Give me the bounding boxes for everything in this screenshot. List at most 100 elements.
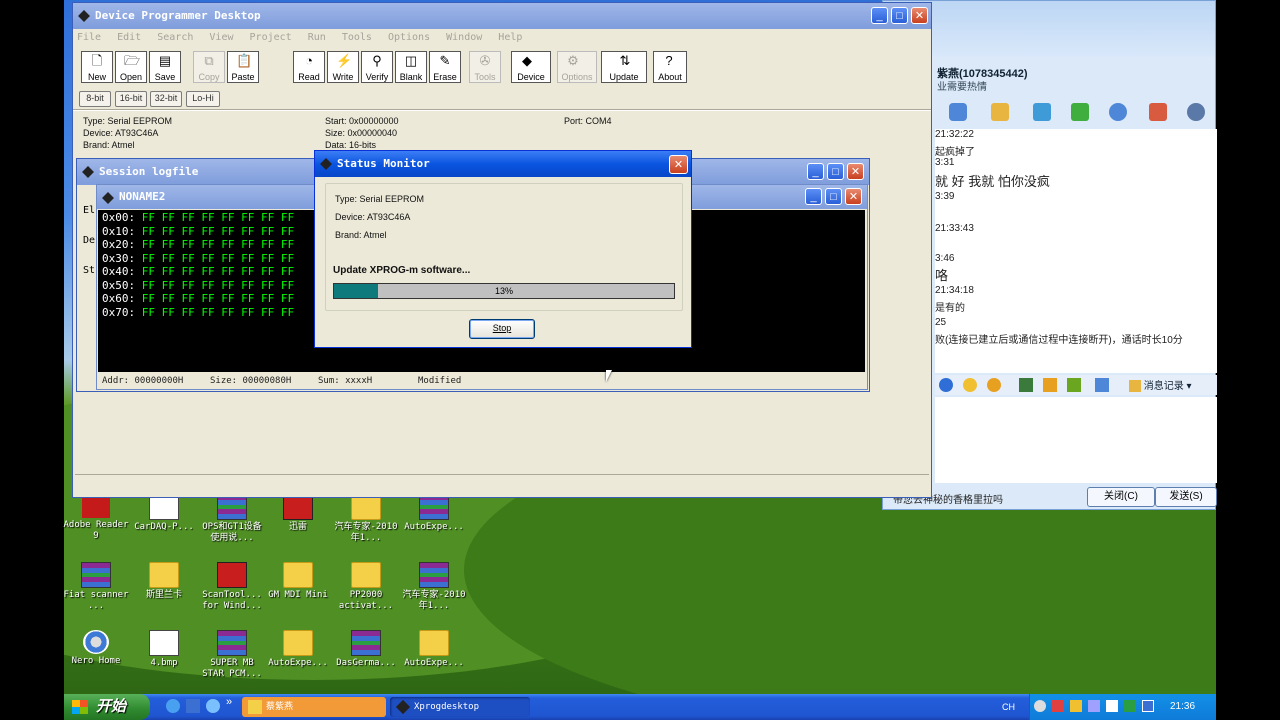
quicklaunch-more-icon[interactable]: » xyxy=(226,696,232,708)
desktop-icon[interactable]: AutoExpe... xyxy=(264,630,332,669)
mic-icon[interactable] xyxy=(949,103,967,121)
desktop-icon[interactable]: AutoExpe... xyxy=(400,630,468,669)
status-dialog-titlebar[interactable]: Status Monitor xyxy=(315,151,691,177)
minimize-button[interactable]: _ xyxy=(871,7,888,24)
chat-input-box[interactable] xyxy=(935,397,1217,483)
desktop-icon[interactable]: SUPER MB STAR PCM... xyxy=(198,630,266,680)
desktop-icon[interactable]: 汽车专家-2010年1... xyxy=(400,562,468,612)
desktop-icon[interactable]: GM MDI Mini xyxy=(264,562,332,601)
desktop-icon[interactable]: DasGerma... xyxy=(332,630,400,669)
main-window-titlebar[interactable]: Device Programmer Desktop xyxy=(73,3,931,29)
tray-icon[interactable] xyxy=(1124,700,1136,712)
close-button[interactable]: 关闭(C) xyxy=(1087,487,1155,507)
read-button[interactable]: ◔ Read xyxy=(293,51,325,83)
desktop-icon[interactable]: CarDAQ-P... xyxy=(130,494,198,533)
write-button[interactable]: ⚡ Write xyxy=(327,51,359,83)
task-button-xprog[interactable]: Xprogdesktop xyxy=(390,697,530,717)
task-button-chat[interactable]: 蔡紫燕 xyxy=(242,697,386,717)
bit8-button[interactable]: 8-bit xyxy=(79,91,111,107)
close-button[interactable]: ✕ xyxy=(845,188,862,205)
menu-window[interactable]: Window xyxy=(446,32,482,43)
chat-message-area[interactable]: 21:32:22 起疯掉了 3:31 就 好 我就 怕你没疯 3:39 21:33:43 3… xyxy=(935,129,1217,373)
options-button[interactable]: ⚙ Options xyxy=(557,51,597,83)
emoji-icon[interactable] xyxy=(963,378,977,392)
xprog-task-icon xyxy=(395,699,411,715)
windows-logo-icon xyxy=(72,700,88,714)
desktop-icon[interactable]: Nero Home xyxy=(62,630,130,667)
minimize-button[interactable]: _ xyxy=(805,188,822,205)
desktop-icon[interactable]: Adobe Reader 9 xyxy=(62,494,130,542)
apps-icon[interactable] xyxy=(1149,103,1167,121)
add-icon[interactable] xyxy=(1071,103,1089,121)
maximize-button[interactable]: □ xyxy=(825,188,842,205)
tray-icon[interactable] xyxy=(1106,700,1118,712)
send-button[interactable]: 发送(S) xyxy=(1155,487,1217,507)
menu-help[interactable]: Help xyxy=(498,32,522,43)
quicklaunch-desktop-icon[interactable] xyxy=(186,699,200,713)
close-button[interactable]: ✕ xyxy=(911,7,928,24)
menu-search[interactable]: Search xyxy=(157,32,193,43)
verify-button[interactable]: ⚲ Verify xyxy=(361,51,393,83)
bit32-button[interactable]: 32-bit xyxy=(150,91,182,107)
close-button[interactable]: ✕ xyxy=(847,163,864,180)
clock[interactable]: 21:36 xyxy=(1170,694,1195,720)
screenshot-icon[interactable] xyxy=(1095,378,1109,392)
emoji-icon[interactable] xyxy=(987,378,1001,392)
quicklaunch-browser-icon[interactable] xyxy=(206,699,220,713)
users-icon[interactable] xyxy=(1109,103,1127,121)
desktop-icon[interactable]: 4.bmp xyxy=(130,630,198,669)
font-icon[interactable] xyxy=(939,378,953,392)
history-button[interactable]: 消息记录 ▾ xyxy=(1129,377,1192,393)
desktop-icon[interactable]: AutoExpe... xyxy=(400,494,468,533)
folder-icon xyxy=(351,562,381,588)
music-icon[interactable] xyxy=(1043,378,1057,392)
language-indicator[interactable]: CH xyxy=(1002,694,1015,720)
blank-button[interactable]: ◫ Blank xyxy=(395,51,427,83)
copy-button[interactable]: ⧉ Copy xyxy=(193,51,225,83)
close-button[interactable]: ✕ xyxy=(669,155,688,174)
menu-file[interactable]: File xyxy=(77,32,101,43)
erase-button[interactable]: ✎ Erase xyxy=(429,51,461,83)
device-button[interactable]: ◆ Device xyxy=(511,51,551,83)
desktop-icon[interactable]: 迅雷 xyxy=(264,494,332,533)
tray-icon[interactable] xyxy=(1070,700,1082,712)
about-button[interactable]: ? About xyxy=(653,51,687,83)
menu-view[interactable]: View xyxy=(209,32,233,43)
desktop-icon[interactable]: 斯里兰卡 xyxy=(130,562,198,601)
tray-icon[interactable] xyxy=(1034,700,1046,712)
tray-icon[interactable] xyxy=(1052,700,1064,712)
lohi-button[interactable]: Lo-Hi xyxy=(186,91,220,107)
start-button[interactable]: 开始 xyxy=(64,694,150,720)
maximize-button[interactable]: □ xyxy=(891,7,908,24)
menu-tools[interactable]: Tools xyxy=(342,32,372,43)
open-button[interactable]: 🗁 Open xyxy=(115,51,147,83)
menu-run[interactable]: Run xyxy=(308,32,326,43)
image-icon[interactable] xyxy=(1019,378,1033,392)
minimize-button[interactable]: _ xyxy=(807,163,824,180)
tray-icon[interactable] xyxy=(1088,700,1100,712)
save-button[interactable]: ▤ Save xyxy=(149,51,181,83)
desktop-icon[interactable]: OPS和GT1设备使用说... xyxy=(198,494,266,544)
gift-icon[interactable] xyxy=(1067,378,1081,392)
hex-address: 0x30: xyxy=(102,251,136,265)
menu-options[interactable]: Options xyxy=(388,32,430,43)
gear-icon[interactable] xyxy=(1187,103,1205,121)
screen-icon[interactable] xyxy=(1033,103,1051,121)
new-button[interactable]: 🗋 New xyxy=(81,51,113,83)
desktop-icon[interactable]: PP2000 activat... xyxy=(332,562,400,612)
folder-icon[interactable] xyxy=(991,103,1009,121)
tray-icon[interactable] xyxy=(1142,700,1154,712)
desktop-icon[interactable]: Fiat scanner ... xyxy=(62,562,130,612)
tools-button[interactable]: ✇ Tools xyxy=(469,51,501,83)
menu-project[interactable]: Project xyxy=(250,32,292,43)
chat-window-titlebar[interactable] xyxy=(883,1,1215,57)
bit16-button[interactable]: 16-bit xyxy=(115,91,147,107)
update-button[interactable]: ⇅ Update xyxy=(601,51,647,83)
desktop-icon[interactable]: ScanTool... for Wind... xyxy=(198,562,266,612)
stop-button[interactable]: Stop xyxy=(469,319,535,339)
desktop-icon[interactable]: 汽车专家-2010年1... xyxy=(332,494,400,544)
paste-button[interactable]: 📋 Paste xyxy=(227,51,259,83)
maximize-button[interactable]: □ xyxy=(827,163,844,180)
quicklaunch-ie-icon[interactable] xyxy=(166,699,180,713)
menu-edit[interactable]: Edit xyxy=(117,32,141,43)
